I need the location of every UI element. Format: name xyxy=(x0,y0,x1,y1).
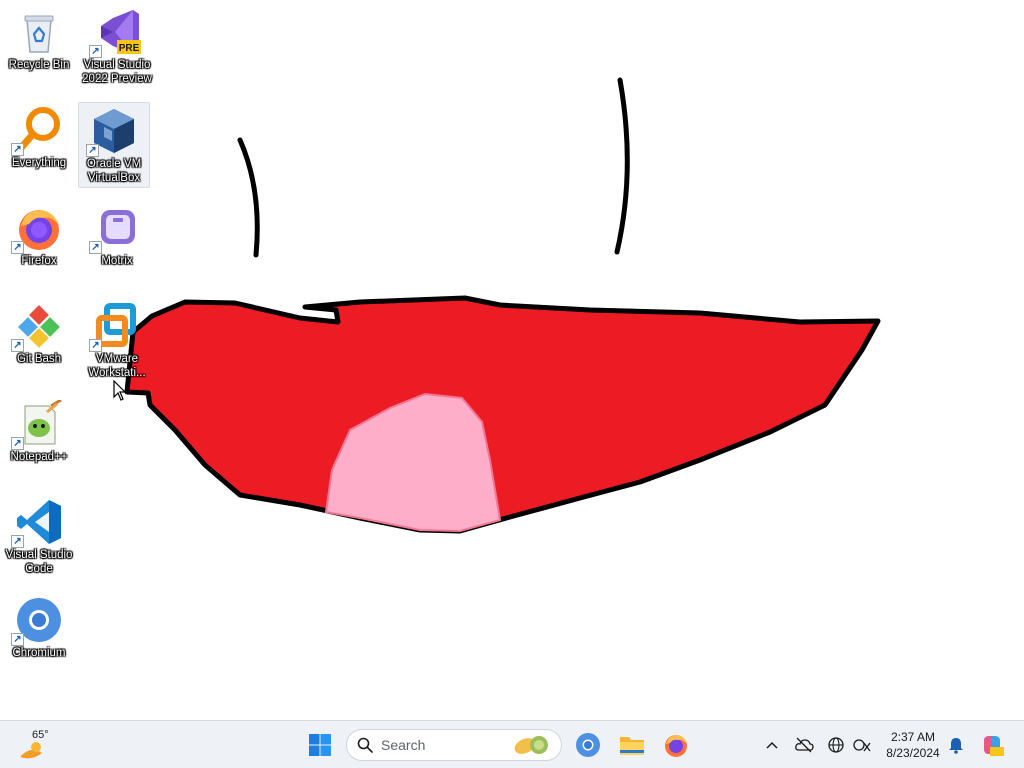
right-eye-stroke xyxy=(614,77,630,255)
windows-start-icon xyxy=(309,734,331,756)
globe-network-icon[interactable] xyxy=(826,735,846,755)
search-highlight-icon xyxy=(514,736,548,754)
chevron-up-icon[interactable] xyxy=(762,735,782,755)
start-button[interactable] xyxy=(302,727,338,763)
shortcut-arrow-icon: ↗ xyxy=(89,339,102,352)
desktop-icon-label: Chromium xyxy=(12,647,66,659)
desktop-icon-virtualbox[interactable]: ↗ Oracle VM VirtualBox xyxy=(78,102,150,188)
weather-widget[interactable]: 65° xyxy=(14,727,74,763)
desktop-icon-label: Visual Studio 2022 Preview xyxy=(82,59,152,85)
desktop-icon-label: Git Bash xyxy=(16,353,62,365)
desktop-icon-label: Visual Studio Code xyxy=(5,549,73,575)
weather-temperature: 65° xyxy=(32,729,49,741)
recycle-bin-icon xyxy=(24,15,54,53)
desktop-icon-vscode[interactable]: ↗ Visual Studio Code xyxy=(3,494,75,584)
mouth-shape xyxy=(124,295,881,534)
left-eye-stroke xyxy=(237,137,260,258)
shortcut-arrow-icon: ↗ xyxy=(11,339,24,352)
desktop-icon-label: Notepad++ xyxy=(10,451,68,463)
firefox-icon xyxy=(665,735,687,757)
shortcut-arrow-icon: ↗ xyxy=(11,535,24,548)
shortcut-arrow-icon: ↗ xyxy=(11,143,24,156)
desktop-icon-label: Motrix xyxy=(101,255,133,267)
desktop-icon-label: VMware Workstati... xyxy=(88,353,146,379)
desktop-icon-recycle-bin[interactable]: Recycle Bin xyxy=(3,4,75,94)
desktop-icon-vmware[interactable]: ↗ VMware Workstati... xyxy=(81,298,153,388)
shortcut-arrow-icon: ↗ xyxy=(89,45,102,58)
desktop-icon-label: Recycle Bin xyxy=(8,59,70,71)
taskbar: 65° Search 2:37 AM 8/23/2024 xyxy=(0,720,1024,768)
file-explorer-icon xyxy=(620,737,644,755)
desktop-icon-everything[interactable]: ↗ Everything xyxy=(3,102,75,192)
taskbar-chromium-button[interactable] xyxy=(570,727,606,763)
mouse-cursor-icon xyxy=(113,380,127,401)
clock-date: 8/23/2024 xyxy=(886,746,940,760)
chromium-icon xyxy=(576,733,600,757)
desktop-icon-label: Everything xyxy=(11,157,67,169)
notification-bell-icon[interactable] xyxy=(946,735,966,755)
search-placeholder: Search xyxy=(381,737,426,753)
cloud-offline-icon[interactable] xyxy=(794,735,814,755)
shortcut-arrow-icon: ↗ xyxy=(11,633,24,646)
desktop-icon-visual-studio-preview[interactable]: PRE ↗ Visual Studio 2022 Preview xyxy=(81,4,153,94)
desktop-icon-git-bash[interactable]: ↗ Git Bash xyxy=(3,298,75,388)
desktop-icon-firefox[interactable]: ↗ Firefox xyxy=(3,200,75,290)
desktop-icon-chromium[interactable]: ↗ Chromium xyxy=(3,592,75,682)
copilot-icon[interactable] xyxy=(980,733,1004,757)
shortcut-arrow-icon: ↗ xyxy=(89,241,102,254)
taskbar-file-explorer-button[interactable] xyxy=(614,727,650,763)
taskbar-firefox-button[interactable] xyxy=(658,727,694,763)
desktop-icon-label: Firefox xyxy=(21,255,57,267)
shortcut-arrow-icon: ↗ xyxy=(11,241,24,254)
shortcut-arrow-icon: ↗ xyxy=(86,144,99,157)
accessibility-icon[interactable] xyxy=(852,735,872,755)
desktop-icon-label: Oracle VM VirtualBox xyxy=(86,158,142,184)
desktop-icon-notepad-plus-plus[interactable]: ↗ Notepad++ xyxy=(3,396,75,486)
search-icon xyxy=(357,737,373,753)
shortcut-arrow-icon: ↗ xyxy=(11,437,24,450)
system-clock[interactable]: 2:37 AM 8/23/2024 xyxy=(880,729,946,761)
pre-badge-text: PRE xyxy=(119,43,140,54)
desktop-icon-motrix[interactable]: ↗ Motrix xyxy=(81,200,153,290)
clock-time: 2:37 AM xyxy=(890,730,936,744)
taskbar-search-box[interactable]: Search xyxy=(346,729,562,761)
